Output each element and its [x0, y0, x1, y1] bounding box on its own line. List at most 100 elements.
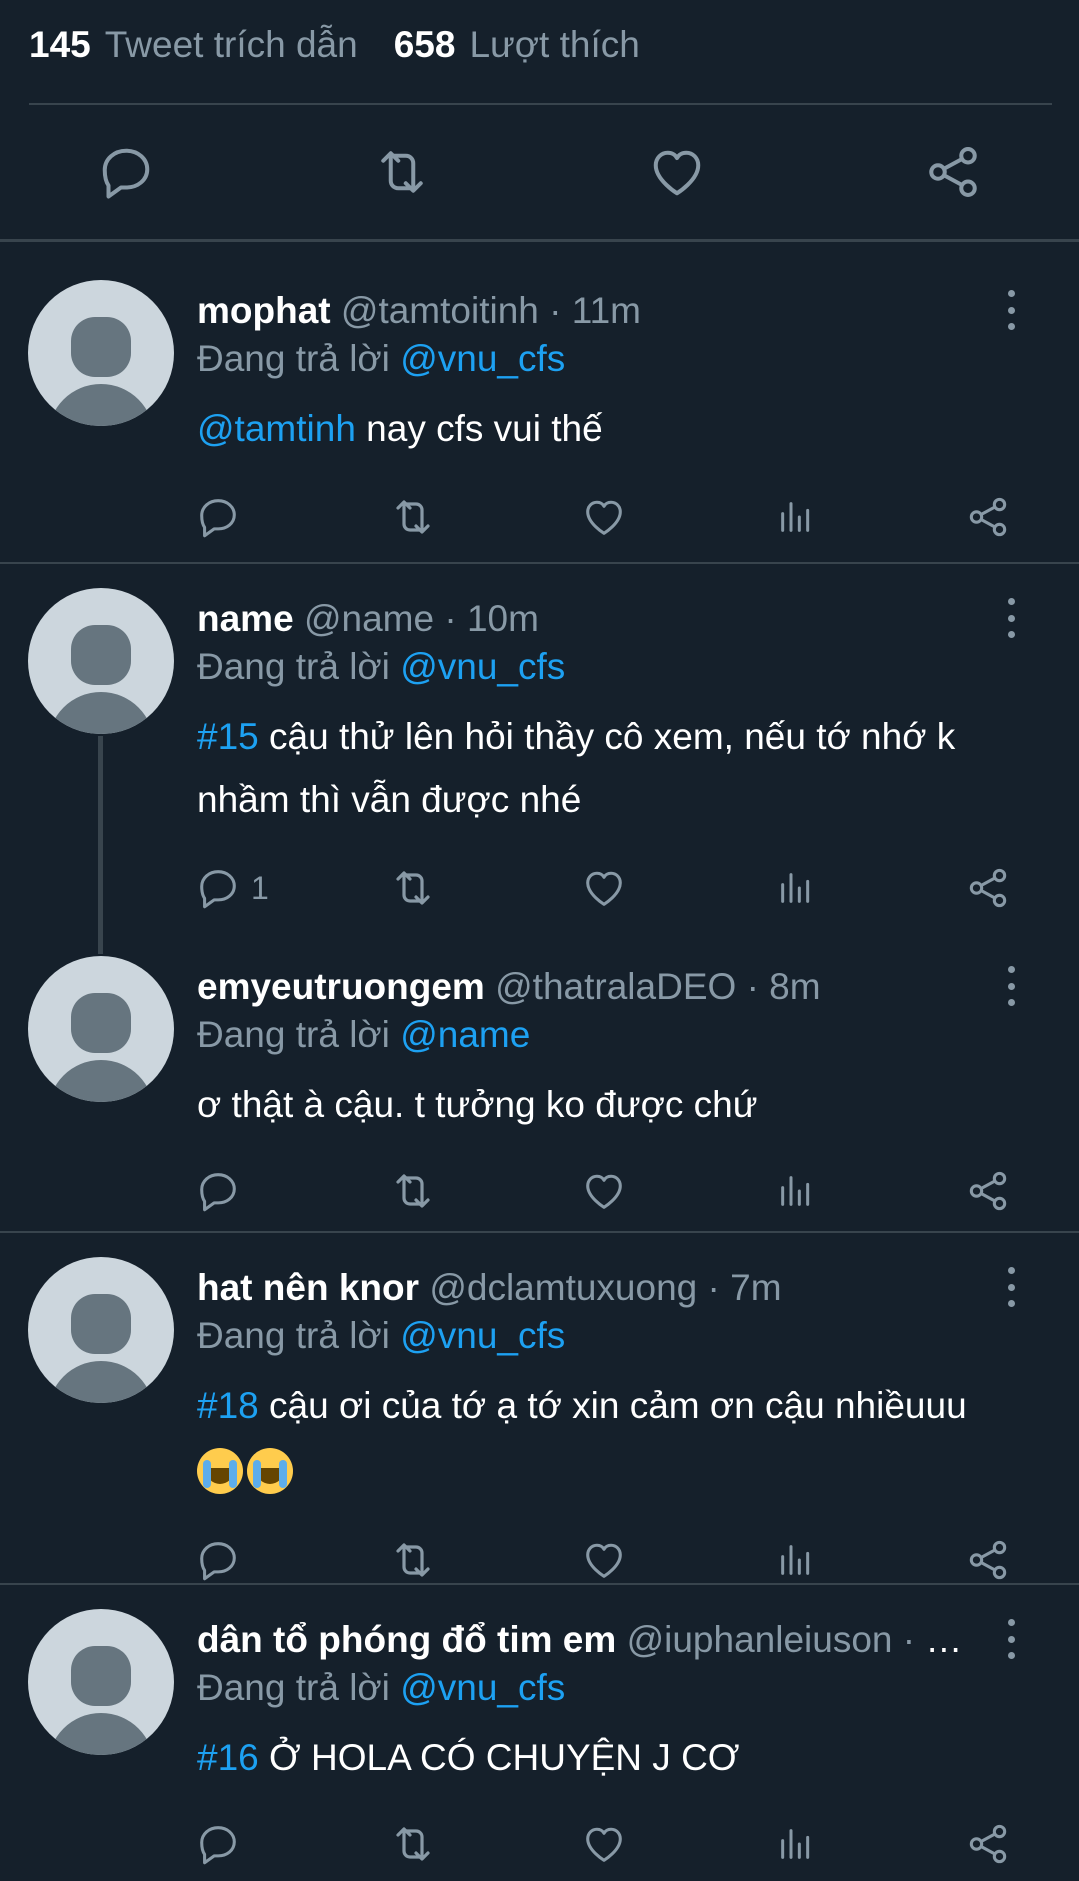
tweet-actions [0, 1819, 1079, 1869]
hashtag-link[interactable]: #16 [197, 1737, 259, 1778]
more-options-button[interactable] [1001, 1267, 1021, 1307]
tweet-time: · 7m [707, 1267, 782, 1308]
reply-icon [96, 142, 156, 202]
tweet-actions [0, 1535, 1079, 1585]
tweet-time: · 8m [746, 966, 821, 1007]
tweet-header: name @name · 10m [197, 598, 969, 640]
replying-to-label: Đang trả lời [197, 1014, 390, 1055]
share-icon [965, 494, 1011, 540]
display-name[interactable]: name [197, 598, 294, 639]
retweet-button[interactable] [389, 1166, 437, 1216]
reply-tweet[interactable]: emyeutruongem @thatralaDEO · 8m Đang trả… [0, 956, 1079, 1231]
reply-icon [195, 865, 241, 911]
tweet-header: emyeutruongem @thatralaDEO · 8m [197, 966, 969, 1008]
retweet-icon [389, 864, 437, 912]
tweet-text: #16 Ở HOLA CÓ CHUYỆN J CƠ [197, 1726, 1019, 1789]
tweet-actions: 1 [0, 863, 1079, 913]
replying-to-handle[interactable]: @vnu_cfs [400, 1667, 565, 1708]
like-button[interactable] [645, 140, 709, 204]
analytics-button[interactable] [776, 1535, 816, 1585]
user-handle: @tamtoitinh [340, 290, 539, 331]
hashtag-link[interactable]: #15 [197, 716, 259, 757]
reply-button[interactable] [195, 1535, 241, 1585]
like-button[interactable] [581, 863, 627, 913]
tweet-body: ơ thật à cậu. t tưởng ko được chứ [197, 1084, 758, 1125]
share-icon [965, 1821, 1011, 1867]
retweet-icon [389, 493, 437, 541]
tweet-text: ơ thật à cậu. t tưởng ko được chứ [197, 1073, 1019, 1136]
share-icon [923, 142, 983, 202]
replying-to: Đang trả lời @vnu_cfs [197, 338, 565, 380]
retweet-icon [372, 142, 432, 202]
retweet-icon [389, 1167, 437, 1215]
reply-button[interactable] [195, 1166, 241, 1216]
reply-tweet[interactable]: dân tổ phóng đổ tim em @iuphanleiuson · … [0, 1585, 1079, 1881]
user-handle: @thatralaDEO [495, 966, 737, 1007]
like-button[interactable] [581, 1535, 627, 1585]
share-button[interactable] [965, 492, 1011, 542]
reply-button[interactable]: 1 [195, 863, 269, 913]
display-name[interactable]: emyeutruongem [197, 966, 485, 1007]
replying-to-handle[interactable]: @name [400, 1014, 530, 1055]
replying-to-label: Đang trả lời [197, 338, 390, 379]
replying-to: Đang trả lời @vnu_cfs [197, 1667, 565, 1709]
share-button[interactable] [965, 1166, 1011, 1216]
replying-to-handle[interactable]: @vnu_cfs [400, 1315, 565, 1356]
heart-icon [581, 865, 627, 911]
display-name[interactable]: hat nên knor [197, 1267, 419, 1308]
analytics-button[interactable] [776, 863, 816, 913]
share-button[interactable] [921, 140, 985, 204]
retweet-button[interactable] [389, 1535, 437, 1585]
like-button[interactable] [581, 1819, 627, 1869]
replying-to-handle[interactable]: @vnu_cfs [400, 338, 565, 379]
replying-to-label: Đang trả lời [197, 1315, 390, 1356]
more-options-button[interactable] [1001, 966, 1021, 1006]
analytics-button[interactable] [776, 1819, 816, 1869]
avatar[interactable] [28, 956, 174, 1102]
mention-link[interactable]: @tamtinh [197, 408, 356, 449]
more-options-button[interactable] [1001, 1619, 1021, 1659]
retweet-button[interactable] [389, 1819, 437, 1869]
reply-button[interactable] [195, 492, 241, 542]
share-button[interactable] [965, 863, 1011, 913]
analytics-icon [776, 1824, 816, 1864]
reply-button[interactable] [195, 1819, 241, 1869]
avatar[interactable] [28, 1257, 174, 1403]
tweet-header: mophat @tamtoitinh · 11m [197, 290, 969, 332]
analytics-icon [776, 1540, 816, 1580]
hashtag-link[interactable]: #18 [197, 1385, 259, 1426]
reply-button[interactable] [94, 140, 158, 204]
reply-tweet[interactable]: mophat @tamtoitinh · 11m Đang trả lời @v… [0, 242, 1079, 562]
like-button[interactable] [581, 1166, 627, 1216]
display-name[interactable]: mophat [197, 290, 331, 331]
avatar[interactable] [28, 1609, 174, 1755]
share-button[interactable] [965, 1819, 1011, 1869]
avatar[interactable] [28, 280, 174, 426]
analytics-button[interactable] [776, 1166, 816, 1216]
like-button[interactable] [581, 492, 627, 542]
analytics-button[interactable] [776, 492, 816, 542]
reply-icon [195, 494, 241, 540]
tweet-actions [0, 492, 1079, 542]
retweet-button[interactable] [389, 492, 437, 542]
more-options-button[interactable] [1001, 598, 1021, 638]
retweet-button[interactable] [389, 863, 437, 913]
main-tweet-action-bar [0, 106, 1079, 239]
retweet-button[interactable] [370, 140, 434, 204]
more-options-button[interactable] [1001, 290, 1021, 330]
likes-label[interactable]: Lượt thích [469, 24, 639, 66]
replying-to: Đang trả lời @vnu_cfs [197, 646, 565, 688]
heart-icon [581, 1537, 627, 1583]
replying-to: Đang trả lời @name [197, 1014, 530, 1056]
avatar[interactable] [28, 588, 174, 734]
crying-face-emoji [247, 1448, 293, 1495]
reply-icon [195, 1537, 241, 1583]
reply-tweet[interactable]: name @name · 10m Đang trả lời @vnu_cfs #… [0, 564, 1079, 956]
quotes-count: 145 [29, 24, 91, 65]
share-button[interactable] [965, 1535, 1011, 1585]
quotes-label[interactable]: Tweet trích dẫn [105, 24, 358, 66]
reply-tweet[interactable]: hat nên knor @dclamtuxuong · 7m Đang trả… [0, 1233, 1079, 1583]
replying-to-handle[interactable]: @vnu_cfs [400, 646, 565, 687]
display-name[interactable]: dân tổ phóng đổ tim em [197, 1619, 616, 1660]
tweet-stats: 145 Tweet trích dẫn 658 Lượt thích [29, 18, 676, 72]
